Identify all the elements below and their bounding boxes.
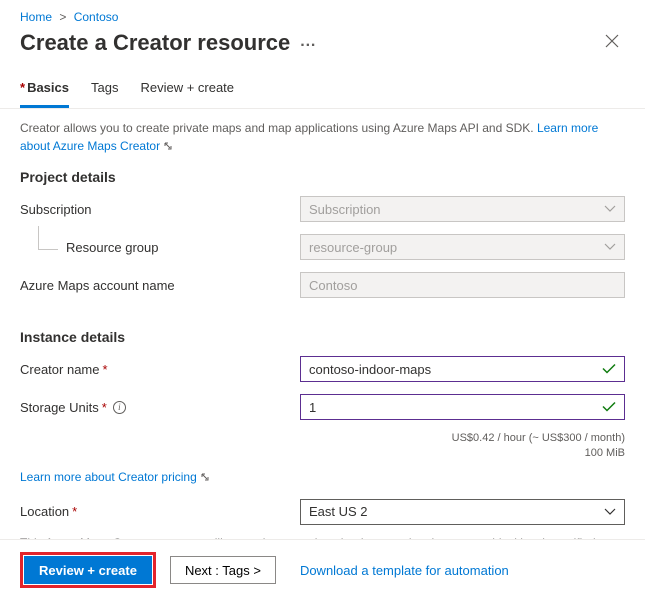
external-link-icon	[200, 472, 210, 482]
account-name-label: Azure Maps account name	[20, 278, 300, 293]
breadcrumb-contoso[interactable]: Contoso	[74, 10, 119, 24]
review-button-highlight: Review + create	[20, 552, 156, 588]
storage-units-label: Storage Units* i	[20, 400, 300, 415]
breadcrumb-separator: >	[59, 10, 66, 24]
download-template-link[interactable]: Download a template for automation	[300, 563, 509, 578]
page-title: Create a Creator resource ···	[20, 30, 316, 56]
info-icon[interactable]: i	[113, 401, 126, 414]
resource-group-label: Resource group	[20, 240, 300, 255]
project-details-heading: Project details	[20, 169, 625, 185]
checkmark-icon	[602, 364, 616, 375]
pricing-info: US$0.42 / hour (~ US$300 / month) 100 Mi…	[20, 431, 625, 462]
tab-basics[interactable]: *Basics	[20, 72, 69, 108]
resource-group-select[interactable]: resource-group	[300, 234, 625, 260]
tab-tags[interactable]: Tags	[91, 72, 118, 108]
review-create-button[interactable]: Review + create	[24, 556, 152, 584]
creator-name-label: Creator name*	[20, 362, 300, 377]
location-label: Location*	[20, 504, 300, 519]
subscription-select[interactable]: Subscription	[300, 196, 625, 222]
breadcrumb-home[interactable]: Home	[20, 10, 52, 24]
account-name-field: Contoso	[300, 272, 625, 298]
creator-name-input[interactable]: contoso-indoor-maps	[300, 356, 625, 382]
chevron-down-icon	[604, 205, 616, 213]
subscription-label: Subscription	[20, 202, 300, 217]
chevron-down-icon	[604, 508, 616, 516]
breadcrumb: Home > Contoso	[0, 0, 645, 28]
instance-details-heading: Instance details	[20, 329, 625, 345]
chevron-down-icon	[604, 243, 616, 251]
tab-review[interactable]: Review + create	[140, 72, 234, 108]
checkmark-icon	[602, 402, 616, 413]
learn-more-pricing-link[interactable]: Learn more about Creator pricing	[20, 470, 210, 484]
storage-units-input[interactable]: 1	[300, 394, 625, 420]
intro-text: Creator allows you to create private map…	[20, 119, 625, 155]
external-link-icon	[163, 141, 173, 151]
next-tags-button[interactable]: Next : Tags >	[170, 556, 276, 584]
close-button[interactable]	[599, 28, 625, 58]
more-actions-icon[interactable]: ···	[300, 37, 316, 55]
location-select[interactable]: East US 2	[300, 499, 625, 525]
footer-bar: Review + create Next : Tags > Download a…	[0, 539, 645, 600]
tab-bar: *Basics Tags Review + create	[0, 72, 645, 109]
